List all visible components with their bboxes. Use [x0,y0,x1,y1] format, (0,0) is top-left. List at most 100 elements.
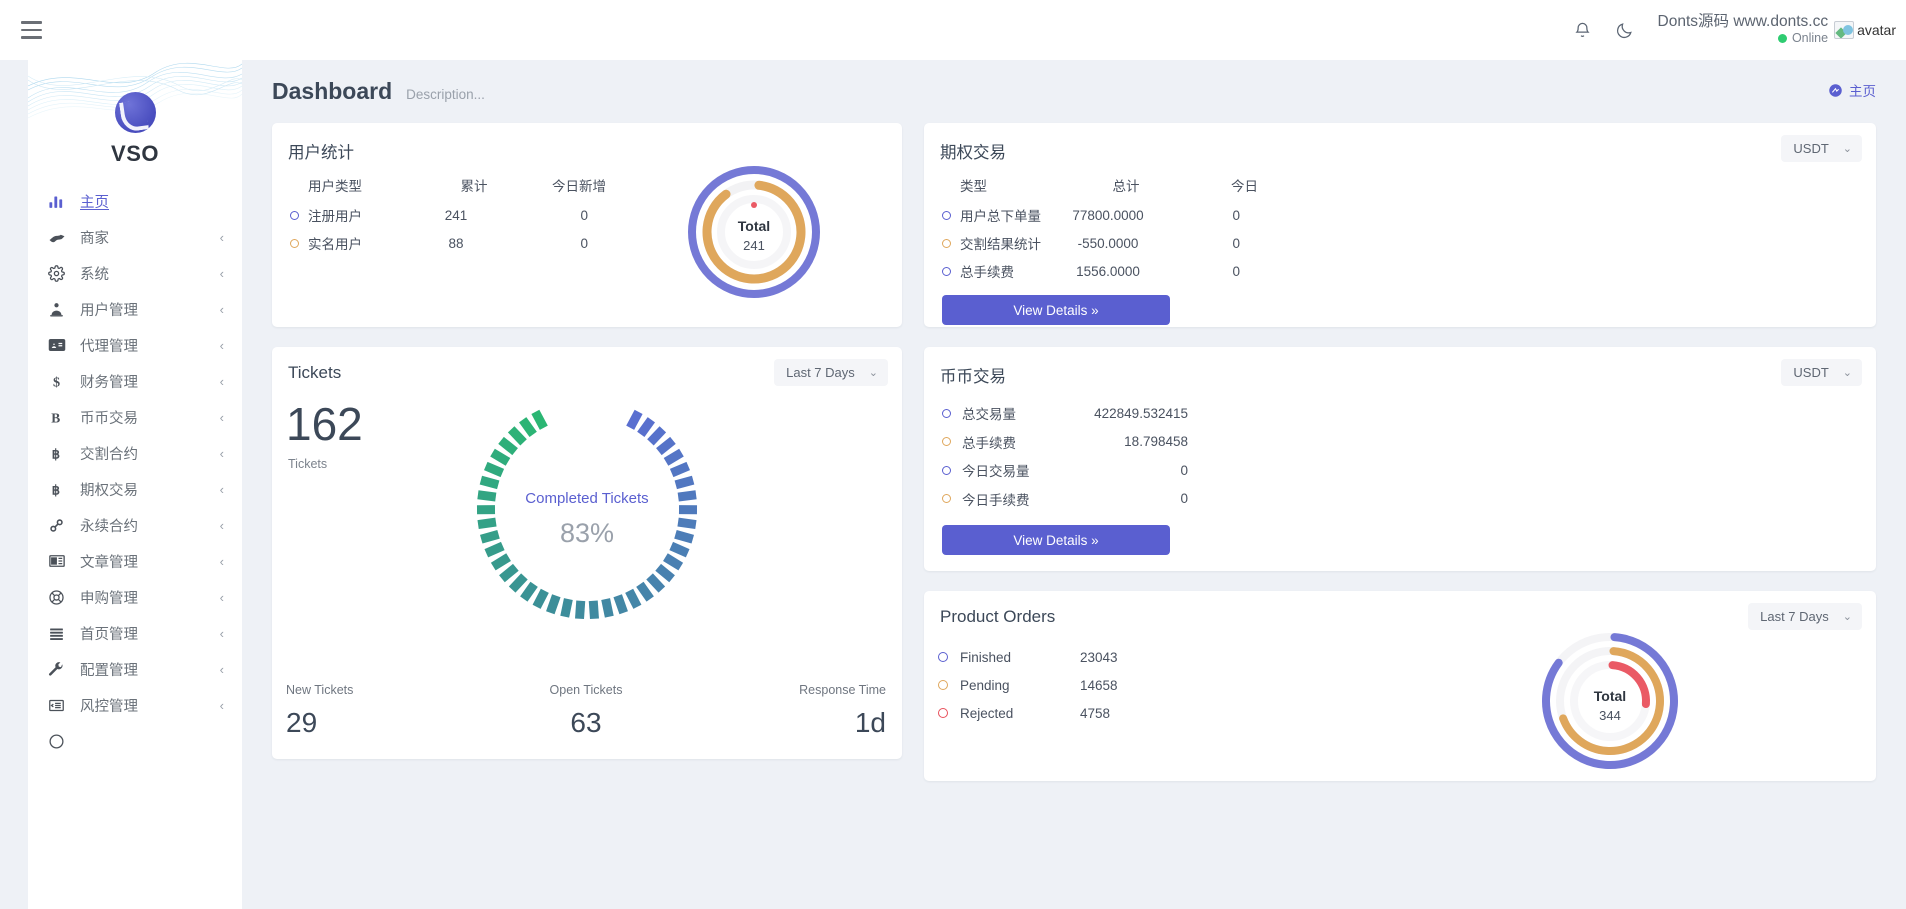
col-header-total: 累计 [426,175,522,195]
tickets-stat-new: New Tickets 29 [286,683,486,739]
row-label: 注册用户 [308,205,408,225]
sidebar-item-article-management[interactable]: 文章管理 ‹ [28,543,242,579]
link-icon [48,517,74,534]
row-label: Rejected [960,706,1080,721]
hamburger-bar [21,29,42,32]
sidebar-item-config-management[interactable]: 配置管理 ‹ [28,651,242,687]
donut-chart-svg: Total 241 [679,157,829,307]
sidebar-item-coin-trading[interactable]: B 币币交易 ‹ [28,399,242,435]
sidebar-item-perpetual-contract[interactable]: 永续合约 ‹ [28,507,242,543]
sidebar-item-agent-management[interactable]: 代理管理 ‹ [28,327,242,363]
chevron-left-icon: ‹ [220,230,224,245]
sidebar-item-label: 首页管理 [80,623,138,644]
sidebar-item-finance-management[interactable]: $ 财务管理 ‹ [28,363,242,399]
row-total: 88 [408,236,504,251]
chevron-left-icon: ‹ [220,266,224,281]
chevron-left-icon: ‹ [220,662,224,677]
avatar[interactable]: avatar [1834,21,1896,39]
bell-icon [1573,21,1592,40]
sidebar-item-partial[interactable] [28,723,242,759]
donut-center-label: Total [1594,688,1626,704]
user-stats-table-header: 用户类型 累计 今日新增 [290,175,606,201]
row-total: 1556.0000 [1060,264,1156,279]
coin-view-details-button[interactable]: View Details » [942,525,1170,555]
user-status-label: Online [1792,31,1828,47]
product-orders-range-select[interactable]: Last 7 Days ⌄ [1748,603,1862,630]
notification-bell-button[interactable] [1562,9,1604,51]
list-item: 今日手续费 0 [924,485,1876,514]
stat-label: Response Time [686,683,886,697]
radial-dash-gauge-svg: Completed Tickets 83% [457,379,717,639]
svg-text:B: B [51,410,60,425]
chevron-left-icon: ‹ [220,698,224,713]
option-currency-select[interactable]: USDT ⌄ [1781,135,1862,162]
option-view-details-button[interactable]: View Details » [942,295,1170,325]
gauge-label: Completed Tickets [525,490,648,507]
user-info[interactable]: Donts源码 www.donts.cc Online [1658,12,1829,49]
gauge-value: 83% [560,518,614,548]
option-table-header: 类型 总计 今日 [942,175,1244,201]
chevron-left-icon: ‹ [220,590,224,605]
col-header-today: 今日 [1174,175,1258,195]
legend-dot-icon [942,494,951,503]
menu-toggle-button[interactable] [14,13,48,47]
sidebar-item-system[interactable]: 系统 ‹ [28,255,242,291]
row-label: 交割结果统计 [960,233,1060,253]
col-header-total: 总计 [1078,175,1174,195]
list-item: Rejected 4758 [924,699,1344,727]
chevron-left-icon: ‹ [220,410,224,425]
sidebar-item-subscription-management[interactable]: 申购管理 ‹ [28,579,242,615]
row-label: 实名用户 [308,233,408,253]
sidebar-item-label: 财务管理 [80,371,138,392]
theme-toggle-button[interactable] [1604,9,1646,51]
row-total: 77800.0000 [1060,208,1156,223]
sidebar-item-label: 代理管理 [80,335,138,356]
chevron-left-icon: ‹ [220,482,224,497]
chevron-down-icon: ⌄ [1843,366,1852,379]
tickets-range-value: Last 7 Days [786,365,855,380]
sidebar-item-label: 系统 [80,263,109,284]
row-today: 0 [1156,208,1240,223]
sidebar-item-homepage-management[interactable]: 首页管理 ‹ [28,615,242,651]
sidebar-item-delivery-contract[interactable]: ฿ 交割合约 ‹ [28,435,242,471]
sidebar-item-risk-management[interactable]: 风控管理 ‹ [28,687,242,723]
lifebuoy-icon [48,589,74,606]
sidebar-item-user-management[interactable]: 用户管理 ‹ [28,291,242,327]
list-item: Pending 14658 [924,671,1344,699]
breadcrumb-label: 主页 [1849,80,1876,100]
sidebar-item-option-trading[interactable]: ฿ 期权交易 ‹ [28,471,242,507]
option-trading-title: 期权交易 [924,123,1876,163]
sidebar-item-label: 币币交易 [80,407,138,428]
stat-value: 63 [486,707,686,739]
legend-dot-icon [290,239,299,248]
sidebar-item-label: 文章管理 [80,551,138,572]
user-name: Donts源码 www.donts.cc [1658,12,1829,31]
list-item: 总交易量 422849.532415 [924,399,1876,428]
coin-trading-card: 币币交易 USDT ⌄ 总交易量 422849.532415 总手续费 18.7… [924,347,1876,571]
table-row: 总手续费 1556.0000 0 [942,257,1244,285]
user-stats-donut-chart: Total 241 [606,157,902,307]
legend-dot-icon [942,239,951,248]
chevron-left-icon: ‹ [220,518,224,533]
tickets-range-select[interactable]: Last 7 Days ⌄ [774,359,888,386]
legend-dot-icon [942,437,951,446]
moon-icon [1615,21,1634,40]
coin-currency-select[interactable]: USDT ⌄ [1781,359,1862,386]
user-stats-card: 用户统计 用户类型 累计 今日新增 注册用户 241 0 [272,123,902,327]
left-column: 用户统计 用户类型 累计 今日新增 注册用户 241 0 [272,123,902,781]
row-today: 0 [1156,264,1240,279]
sidebar-brand-header: VSO [28,60,242,167]
option-trading-table: 类型 总计 今日 用户总下单量 77800.0000 0 交割结果统计 -550… [924,163,1244,285]
sidebar-nav: 主页 商家 ‹ 系统 ‹ [28,167,242,759]
chevron-left-icon: ‹ [220,626,224,641]
col-header-today: 今日新增 [522,175,606,195]
row-label: 总手续费 [960,261,1060,281]
row-total: -550.0000 [1060,236,1156,251]
sidebar-item-home[interactable]: 主页 [28,183,242,219]
bitcoin-icon: ฿ [48,481,74,498]
sidebar-item-merchant[interactable]: 商家 ‹ [28,219,242,255]
product-orders-body: Finished 23043 Pending 14658 Rejected 47… [924,627,1876,781]
breadcrumb[interactable]: 主页 [1828,80,1876,100]
legend-dot-icon [938,680,948,690]
chevron-left-icon: ‹ [220,554,224,569]
